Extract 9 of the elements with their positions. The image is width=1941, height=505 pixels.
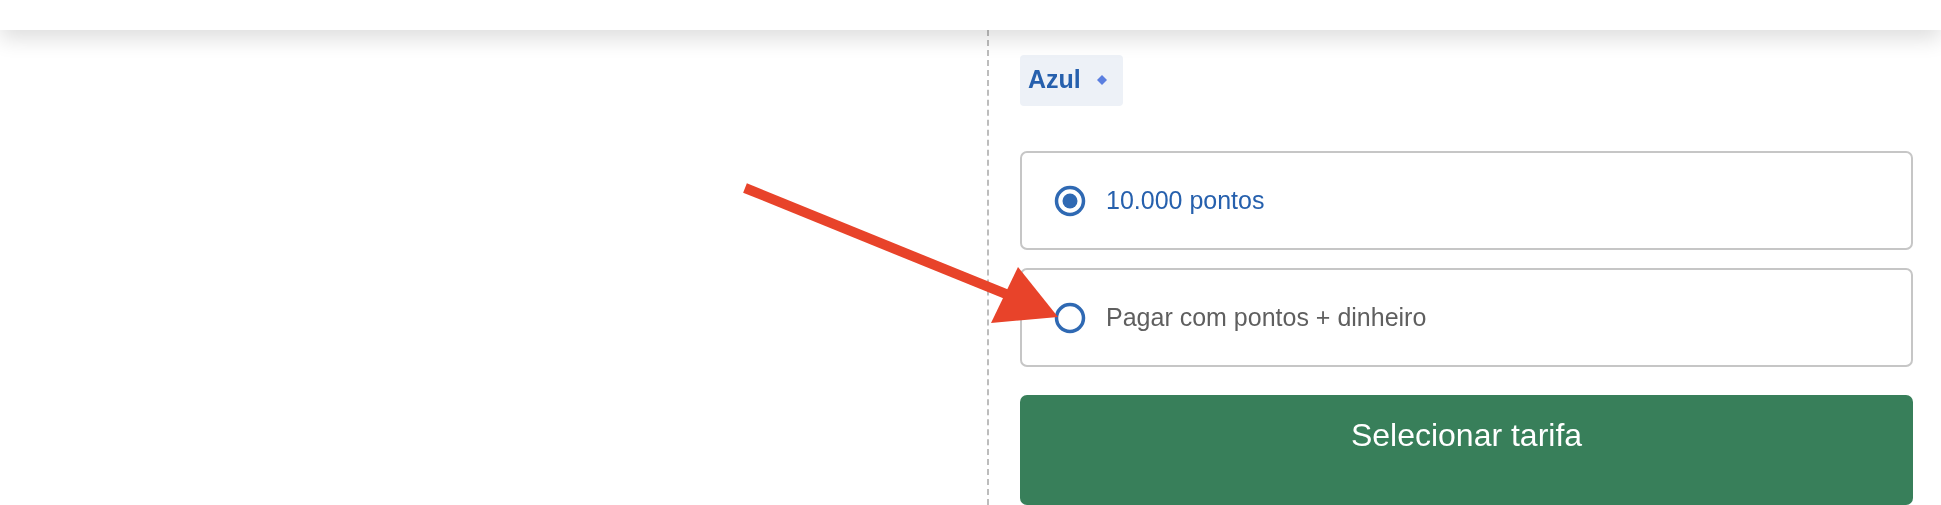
- radio-button[interactable]: [1054, 184, 1086, 217]
- fare-option[interactable]: Pagar com pontos + dinheiro: [1020, 268, 1913, 367]
- radio-button[interactable]: [1054, 301, 1086, 334]
- diamond-icon: [1096, 74, 1107, 85]
- option-label: 10.000 pontos: [1106, 186, 1265, 215]
- select-fare-button[interactable]: Selecionar tarifa: [1020, 395, 1913, 505]
- fare-option[interactable]: 10.000 pontos: [1020, 151, 1913, 250]
- option-label: Pagar com pontos + dinheiro: [1106, 303, 1427, 332]
- airline-name: Azul: [1028, 65, 1081, 94]
